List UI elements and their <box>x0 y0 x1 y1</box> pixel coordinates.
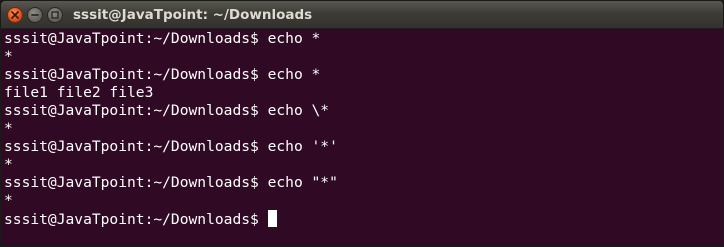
maximize-button[interactable] <box>47 7 63 23</box>
terminal-window: sssit@JavaTpoint: ~/Downloads sssit@Java… <box>0 0 724 247</box>
text-cursor <box>267 210 277 227</box>
prompt-text: sssit@JavaTpoint:~/Downloads$ <box>4 211 268 228</box>
terminal-line: sssit@JavaTpoint:~/Downloads$ echo "*" <box>4 174 338 191</box>
terminal-line: sssit@JavaTpoint:~/Downloads$ echo * <box>4 30 321 47</box>
terminal-output[interactable]: sssit@JavaTpoint:~/Downloads$ echo * * s… <box>1 29 723 246</box>
close-icon <box>11 11 19 19</box>
close-button[interactable] <box>7 7 23 23</box>
terminal-line: sssit@JavaTpoint:~/Downloads$ echo '*' <box>4 138 338 155</box>
title-bar[interactable]: sssit@JavaTpoint: ~/Downloads <box>1 1 723 29</box>
terminal-line: sssit@JavaTpoint:~/Downloads$ echo * <box>4 66 321 83</box>
terminal-line: sssit@JavaTpoint:~/Downloads$ echo \* <box>4 102 330 119</box>
prompt-line[interactable]: sssit@JavaTpoint:~/Downloads$ <box>4 210 723 228</box>
maximize-icon <box>51 11 59 19</box>
terminal-line: * <box>4 48 13 65</box>
minimize-icon <box>31 14 39 16</box>
terminal-line: file1 file2 file3 <box>4 84 154 101</box>
window-title: sssit@JavaTpoint: ~/Downloads <box>73 7 313 23</box>
terminal-line: * <box>4 156 13 173</box>
terminal-line: * <box>4 192 13 209</box>
terminal-line: * <box>4 120 13 137</box>
minimize-button[interactable] <box>27 7 43 23</box>
